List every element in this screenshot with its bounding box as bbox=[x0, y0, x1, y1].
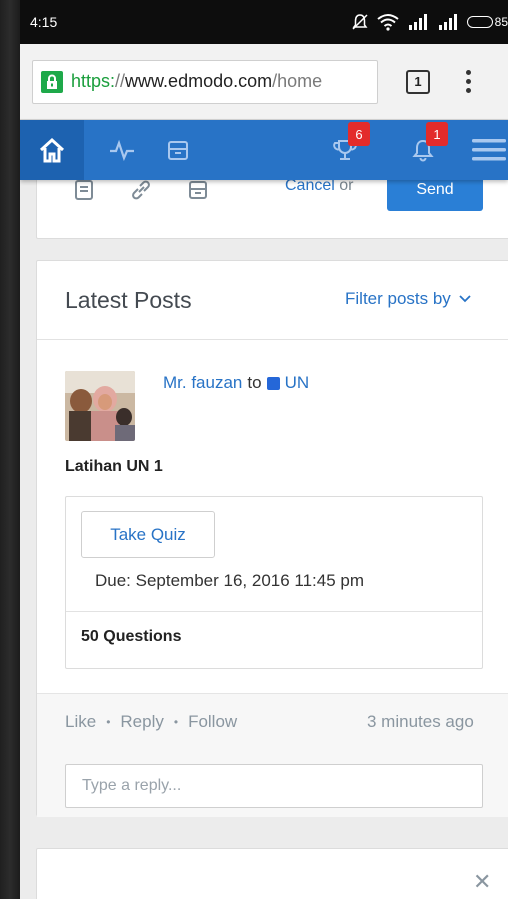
notification-bell-icon[interactable]: 1 bbox=[398, 120, 448, 180]
trophy-badge: 6 bbox=[348, 122, 370, 146]
url-field[interactable]: https://www.edmodo.com/home bbox=[32, 59, 378, 104]
composer-tools bbox=[73, 179, 209, 201]
planner-icon[interactable] bbox=[158, 120, 198, 180]
status-icons: 85 bbox=[351, 13, 508, 31]
to-label: to bbox=[247, 373, 262, 392]
activity-icon[interactable] bbox=[102, 120, 142, 180]
silent-bell-icon bbox=[352, 14, 368, 30]
posts-title: Latest Posts bbox=[65, 287, 192, 313]
post-actions-bar: Like • Reply • Follow 3 minutes ago bbox=[37, 693, 508, 817]
notification-badge: 1 bbox=[426, 122, 448, 146]
separator: • bbox=[106, 715, 111, 729]
browser-toolbar: https://www.edmodo.com/home 1 bbox=[20, 44, 508, 120]
group-icon bbox=[266, 376, 280, 390]
posts-header: Latest Posts Filter posts by bbox=[37, 261, 508, 340]
reply-link[interactable]: Reply bbox=[120, 712, 163, 732]
status-time: 4:15 bbox=[30, 14, 58, 30]
filter-posts-dropdown[interactable]: Filter posts by bbox=[345, 289, 471, 309]
signal-icon-2 bbox=[438, 14, 457, 30]
library-icon[interactable] bbox=[187, 179, 209, 201]
like-link[interactable]: Like bbox=[65, 712, 96, 732]
file-icon[interactable] bbox=[73, 179, 95, 201]
quiz-due-date: Due: September 16, 2016 11:45 pm bbox=[95, 571, 365, 590]
home-icon[interactable] bbox=[20, 120, 84, 180]
battery-text: 85 bbox=[494, 15, 508, 29]
tab-switcher-button[interactable]: 1 bbox=[406, 69, 430, 94]
reply-input[interactable] bbox=[65, 764, 483, 808]
signal-icon bbox=[408, 14, 427, 30]
close-icon[interactable]: ✕ bbox=[473, 869, 491, 895]
status-bar: 4:15 85 bbox=[20, 0, 508, 44]
wifi-icon bbox=[377, 14, 399, 31]
author-avatar[interactable] bbox=[65, 371, 135, 441]
post-title: Latihan UN 1 bbox=[65, 458, 163, 475]
post-meta: Mr. fauzan to UN bbox=[163, 373, 309, 393]
phone-screen: 4:15 85 https://www.edmodo.com/home 1 6 … bbox=[20, 0, 508, 899]
trophy-icon[interactable]: 6 bbox=[320, 120, 370, 180]
app-nav-bar: 6 1 bbox=[20, 120, 508, 180]
latest-posts-card: Latest Posts Filter posts by Mr. fauzan … bbox=[36, 260, 508, 817]
take-quiz-button[interactable]: Take Quiz bbox=[81, 511, 215, 558]
author-link[interactable]: Mr. fauzan bbox=[163, 373, 242, 393]
background-left bbox=[0, 0, 20, 899]
post-timestamp: 3 minutes ago bbox=[367, 712, 474, 731]
separator: • bbox=[173, 715, 179, 729]
divider bbox=[66, 611, 482, 612]
post-actions: Like • Reply • Follow bbox=[65, 712, 237, 732]
hamburger-menu-icon[interactable] bbox=[470, 120, 508, 180]
follow-link[interactable]: Follow bbox=[188, 712, 237, 732]
filter-label: Filter posts by bbox=[345, 289, 451, 308]
quiz-question-count: 50 Questions bbox=[81, 628, 182, 645]
battery-icon: 85 bbox=[466, 15, 508, 29]
next-card: ✕ bbox=[36, 848, 508, 899]
url-text: https://www.edmodo.com/home bbox=[71, 71, 323, 91]
quiz-attachment: Take Quiz Due: September 16, 2016 11:45 … bbox=[65, 496, 483, 669]
lock-icon bbox=[41, 70, 63, 93]
main-content: Cancel or Send Latest Posts Filter posts… bbox=[20, 160, 508, 899]
chevron-down-icon bbox=[459, 295, 471, 303]
overflow-menu-icon[interactable] bbox=[466, 70, 471, 93]
group-link[interactable]: UN bbox=[285, 373, 310, 393]
link-icon[interactable] bbox=[129, 179, 153, 201]
